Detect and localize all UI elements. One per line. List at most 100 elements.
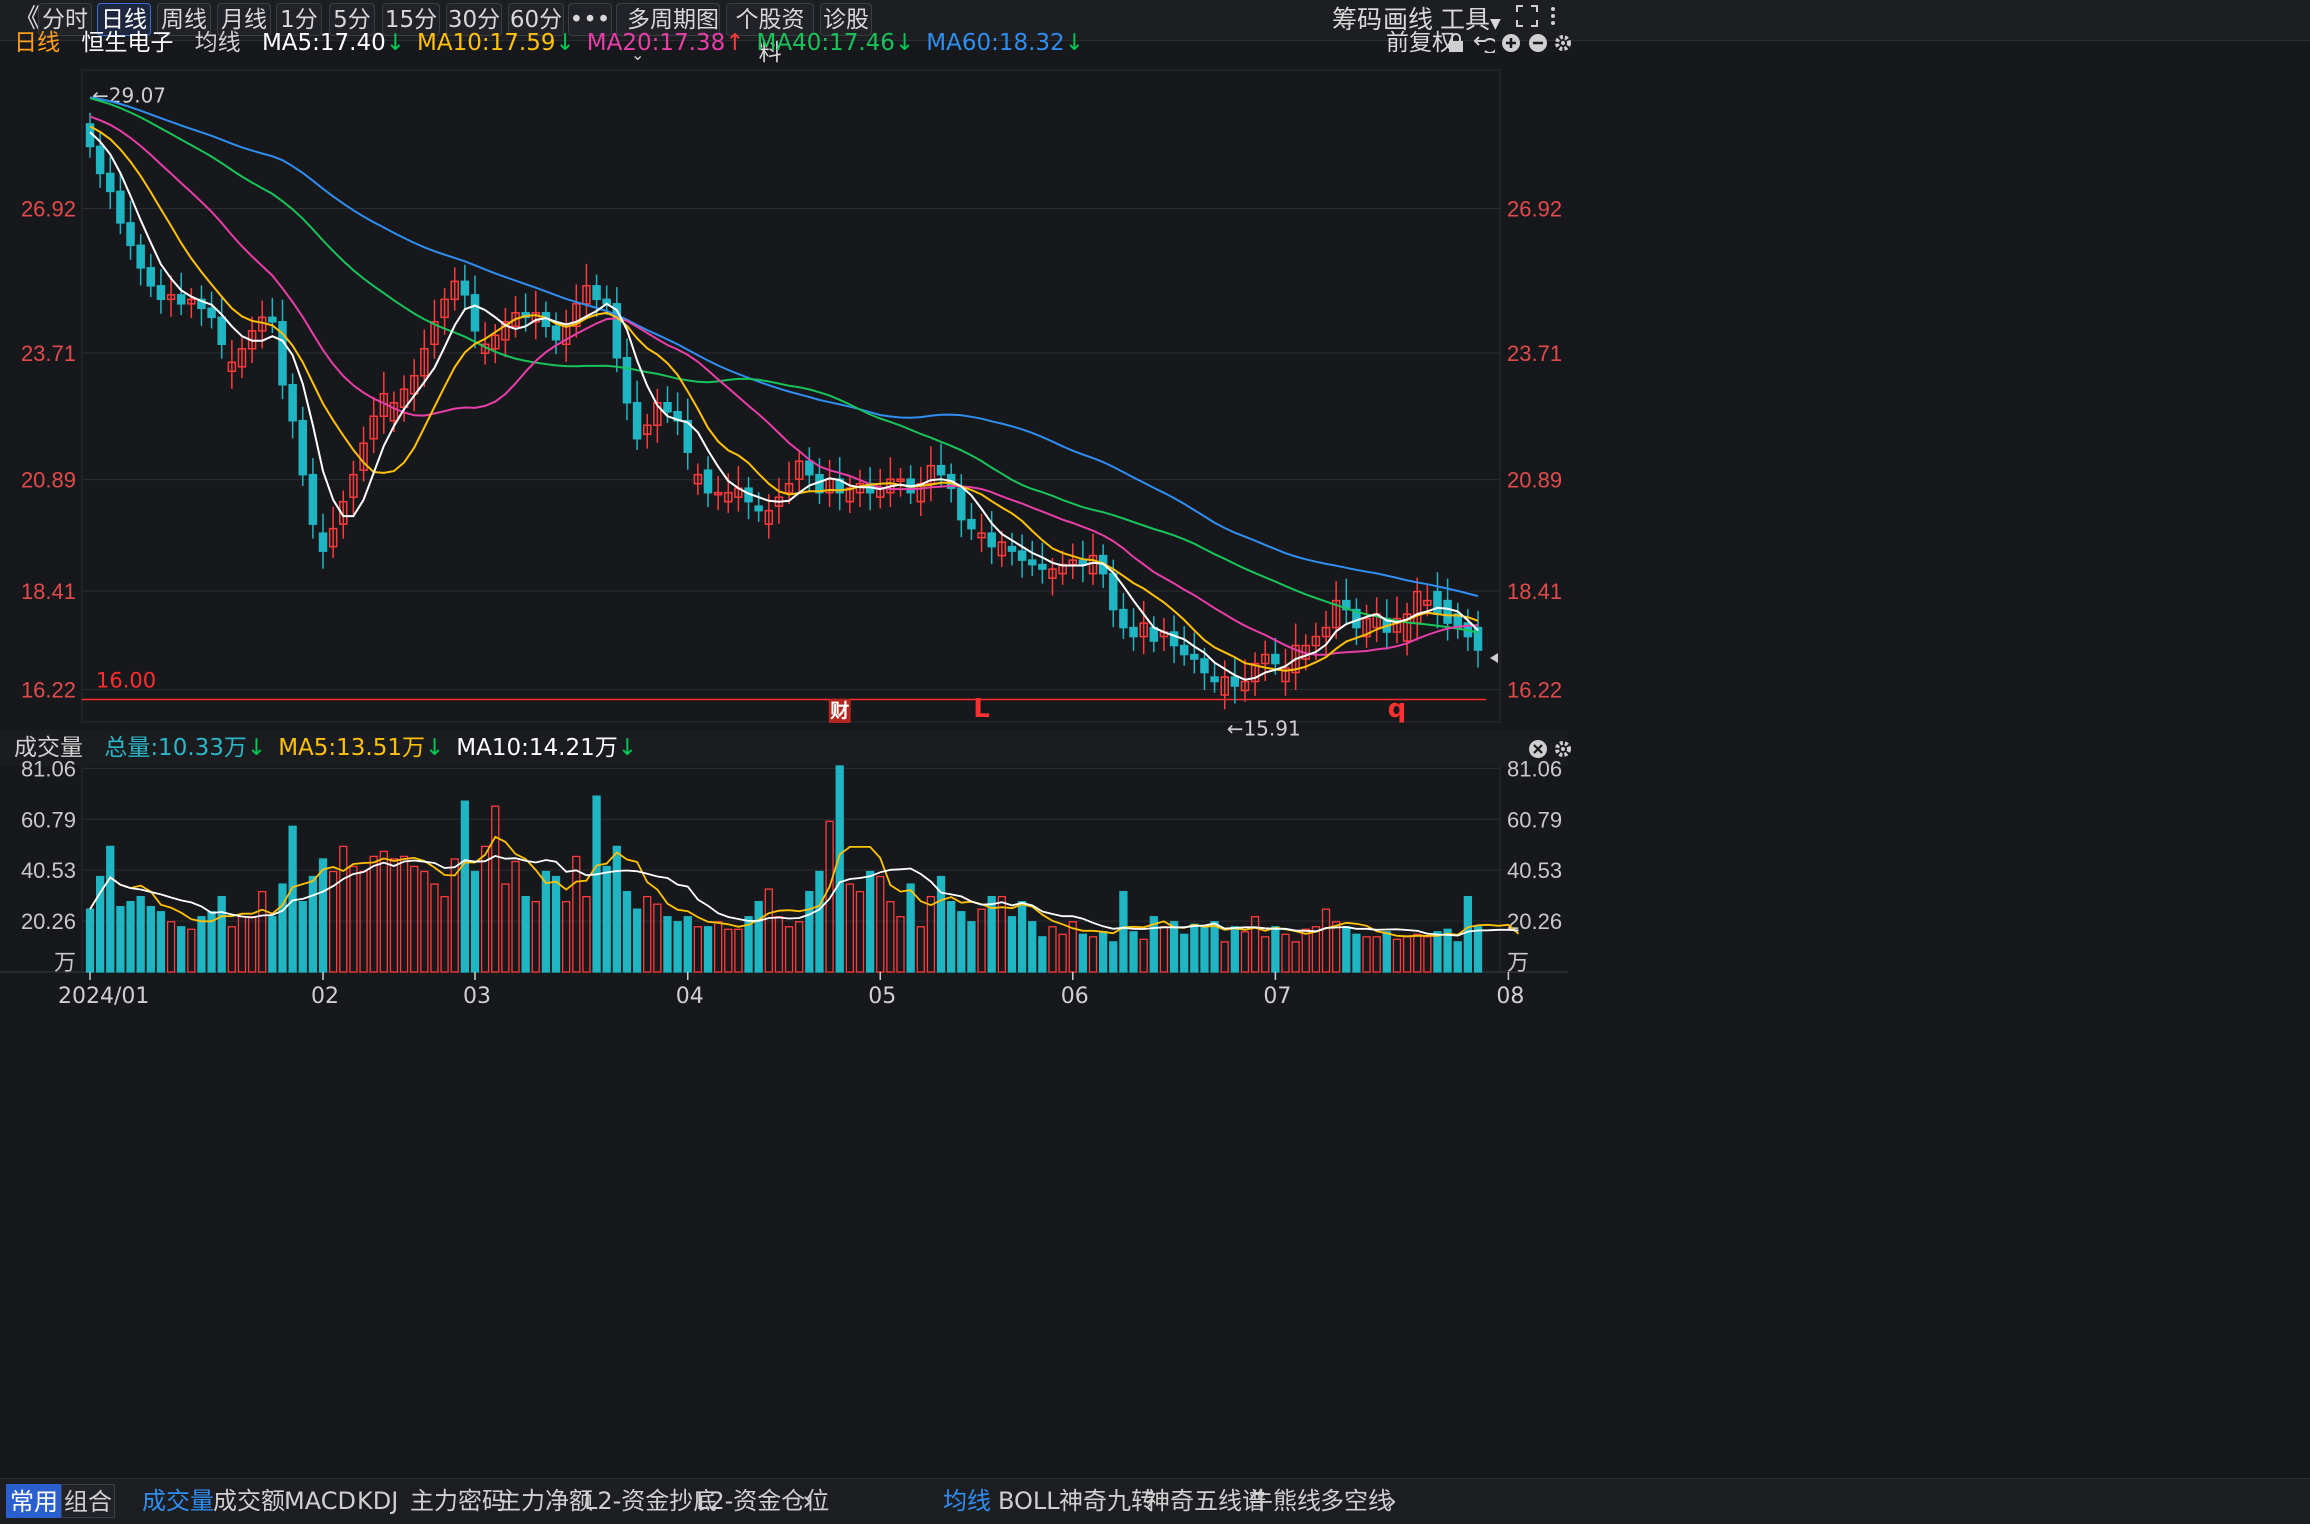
indicator-tab-3[interactable]: KDJ [357,1485,398,1517]
candle-body [207,307,216,319]
overlay-tab-5[interactable]: 多空线 [1320,1485,1392,1517]
volume-bar [1301,928,1310,973]
x-axis-label: 07 [1263,984,1291,1009]
volume-bar [1038,936,1047,973]
bottom-indicator-bar: 常用 组合 成交量 成交额 MACD KDJ 主力密码 主力净额 L2-资金抄底 L2-资金仓… [0,1478,2310,1524]
candle-body [622,357,632,404]
volume-bar [693,926,703,973]
volume-bar [491,805,500,973]
candle-body [1200,658,1209,674]
candle-body [95,145,105,175]
ma40-line [89,97,1479,634]
volume-bar [1129,931,1138,973]
tab-combo[interactable]: 组合 [61,1484,115,1518]
volume-bar [1473,926,1483,973]
volume-bar [1250,916,1260,973]
overlay-tab-2[interactable]: 神奇九转 [1059,1485,1155,1517]
overlay-tab-0[interactable]: 均线 [943,1485,991,1517]
candle-body [1443,599,1452,624]
candle-body [1473,626,1483,651]
next-overlays-icon[interactable]: › [1386,1485,1397,1517]
volume-bar [764,888,773,973]
volume-bar [896,916,905,973]
overlay-tab-1[interactable]: BOLL [998,1485,1060,1517]
next-indicators-icon[interactable]: › [802,1485,813,1517]
volume-bar [1463,895,1473,973]
volume-bar [1261,936,1270,973]
indicator-tab-5[interactable]: 主力净额 [497,1485,593,1517]
candle-body [1433,590,1442,615]
indicator-tab-4[interactable]: 主力密码 [410,1485,506,1517]
volume-bar [795,921,804,973]
indicator-tab-2[interactable]: MACD [284,1485,356,1517]
volume-bar [632,908,642,973]
volume-bar [713,921,723,973]
overlay-tab-4[interactable]: 牛熊线 [1249,1485,1321,1517]
volume-bar [501,883,510,973]
volume-bar [1190,923,1199,973]
overlay-tab-3[interactable]: 神奇五线谱 [1146,1485,1266,1517]
candle-body [632,401,642,440]
volume-bar [369,855,378,973]
candle-body [1230,676,1240,687]
volume-tick-label-left: 20.26 [21,909,76,934]
candle-body [805,460,814,476]
x-axis-label: 02 [311,984,339,1009]
volume-bar [197,916,206,973]
volume-bar [825,820,834,973]
tab-common[interactable]: 常用 [6,1484,62,1518]
candle-body [268,316,277,323]
volume-bar [582,895,591,973]
volume-bar [774,916,784,973]
volume-bar [967,921,976,973]
volume-bar [865,870,875,973]
volume-unit-label-left: 万 [54,951,76,976]
price-tick-label-left: 20.89 [21,468,76,493]
volume-bar [1413,933,1422,973]
volume-bar [1180,933,1189,973]
event-marker-2[interactable]: q [1388,694,1407,724]
candle-body [116,190,125,224]
candle-body [1109,572,1118,611]
candle-body [957,487,966,521]
volume-bar [1048,926,1057,973]
volume-bar [247,916,257,973]
volume-bar [420,870,429,973]
event-marker-0[interactable]: 财 [830,699,849,722]
indicator-tab-0[interactable]: 成交量 [142,1485,214,1517]
volume-bar [1332,921,1341,973]
volume-bar [1098,931,1108,973]
candle-body [288,384,297,422]
x-axis-label: 03 [463,984,491,1009]
kline-chart[interactable]: 26.92 26.92 23.71 23.71 20.89 20.89 18.41 18.41… [0,0,2310,1480]
price-tick-label-right: 16.22 [1507,678,1562,703]
volume-bar [551,875,561,973]
volume-bar [1291,941,1300,973]
volume-bar [541,870,551,973]
volume-bar [1078,933,1088,973]
volume-bar [278,883,287,973]
candle-body [106,172,115,193]
volume-bar [116,906,125,973]
volume-bar [926,895,936,973]
event-marker-1[interactable]: L [973,694,990,724]
volume-bar [1352,933,1361,973]
volume-bar [1372,936,1381,973]
candle-body [1210,676,1219,683]
volume-bar [886,901,895,973]
candle-body [460,280,470,296]
volume-bar [531,901,540,973]
volume-bar [227,926,236,973]
volume-bar [1028,921,1037,973]
indicator-tab-1[interactable]: 成交额 [213,1485,285,1517]
volume-bar [470,870,480,973]
volume-bar [359,870,368,973]
price-tick-label-right: 26.92 [1507,196,1562,221]
volume-bar [1169,921,1179,973]
volume-tick-label-right: 81.06 [1507,756,1562,781]
volume-bar [734,928,743,973]
volume-bar [653,903,662,973]
candle-body [126,222,135,247]
candle-body [592,285,601,301]
candle-body [703,469,713,494]
